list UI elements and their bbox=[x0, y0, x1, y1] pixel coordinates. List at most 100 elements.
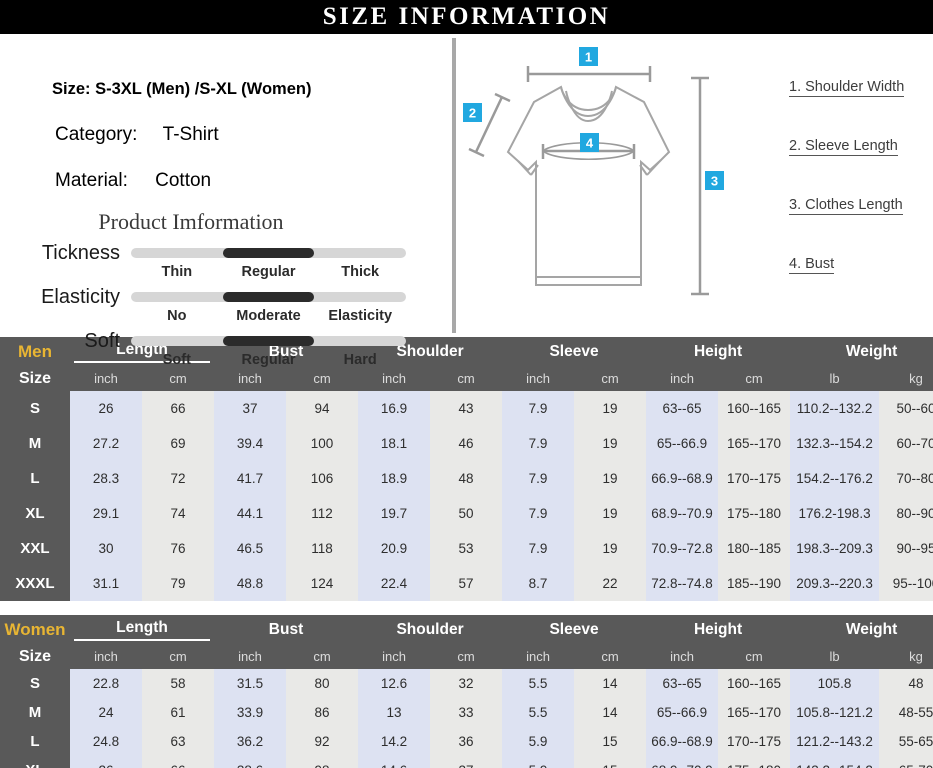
slider-tick-hard: Hard bbox=[343, 352, 377, 368]
measurement-legend: 1. Shoulder Width 2. Sleeve Length 3. Cl… bbox=[789, 78, 905, 314]
men-data-cell: 175--180 bbox=[718, 496, 791, 531]
women-unit-weight-kg: kg bbox=[879, 644, 933, 669]
men-data-cell: 95--100 bbox=[879, 566, 933, 601]
men-data-cell: 154.2--176.2 bbox=[790, 461, 880, 496]
women-group-sleeve: Sleeve bbox=[502, 615, 647, 644]
slider-tick-regular: Regular bbox=[241, 264, 296, 280]
men-data-cell: 18.9 bbox=[358, 461, 431, 496]
men-data-cell: 68.9--70.9 bbox=[646, 496, 719, 531]
women-data-cell: 175--180 bbox=[718, 756, 791, 768]
men-data-cell: 72 bbox=[142, 461, 214, 496]
category-info-row: Category: T-Shirt bbox=[55, 124, 219, 146]
women-data-cell: 14.2 bbox=[358, 727, 431, 756]
table-row: L 28.3 72 41.7 106 18.9 48 7.9 19 66.9--68.9 170--… bbox=[0, 461, 933, 496]
women-data-cell: 143.2--154.2 bbox=[790, 756, 880, 768]
men-size-cell: M bbox=[0, 426, 70, 461]
women-data-cell: 37 bbox=[430, 756, 503, 768]
top-section: Size: S-3XL (Men) /S-XL (Women) Category… bbox=[0, 34, 933, 368]
men-data-cell: 53 bbox=[430, 531, 503, 566]
legend-item-shoulder-width: 1. Shoulder Width bbox=[789, 79, 905, 97]
slider-elasticity: Elasticity No Moderate Elasticity bbox=[0, 286, 452, 334]
slider-ticks-elasticity: No Moderate Elasticity bbox=[131, 308, 406, 324]
women-data-cell: 65-70 bbox=[879, 756, 933, 768]
slider-thumb-soft[interactable] bbox=[222, 336, 315, 346]
men-data-cell: 39.4 bbox=[214, 426, 286, 461]
men-data-cell: 160--165 bbox=[718, 391, 791, 426]
material-info-row: Material: Cotton bbox=[55, 170, 211, 192]
men-unit-weight-lb: lb bbox=[790, 366, 880, 391]
women-data-cell: 170--175 bbox=[718, 727, 791, 756]
slider-tick-thin: Thin bbox=[161, 264, 193, 280]
men-group-weight: Weight bbox=[790, 337, 933, 366]
women-size-cell: S bbox=[0, 669, 70, 698]
women-data-cell: 14 bbox=[574, 669, 647, 698]
women-data-cell: 33.9 bbox=[214, 698, 286, 727]
women-data-cell: 15 bbox=[574, 727, 647, 756]
men-data-cell: 110.2--132.2 bbox=[790, 391, 880, 426]
slider-thumb-tickness[interactable] bbox=[222, 248, 315, 258]
women-data-cell: 22.8 bbox=[70, 669, 142, 698]
women-data-cell: 14.6 bbox=[358, 756, 431, 768]
men-data-cell: 37 bbox=[214, 391, 286, 426]
women-data-cell: 105.8--121.2 bbox=[790, 698, 880, 727]
men-data-cell: 198.3--209.3 bbox=[790, 531, 880, 566]
women-table-title: Women bbox=[0, 615, 70, 644]
women-data-cell: 58 bbox=[142, 669, 214, 698]
svg-text:4: 4 bbox=[586, 136, 594, 151]
slider-track-soft[interactable] bbox=[131, 336, 406, 346]
men-data-cell: 63--65 bbox=[646, 391, 719, 426]
slider-tick-no: No bbox=[167, 308, 187, 324]
men-data-cell: 16.9 bbox=[358, 391, 431, 426]
women-data-cell: 26 bbox=[70, 756, 142, 768]
men-data-cell: 31.1 bbox=[70, 566, 142, 601]
legend-item-bust: 4. Bust bbox=[789, 256, 835, 274]
slider-tick-thick: Thick bbox=[341, 264, 380, 280]
slider-track-tickness[interactable] bbox=[131, 248, 406, 258]
men-data-cell: 50--60 bbox=[879, 391, 933, 426]
women-unit-sleeve-inch: inch bbox=[502, 644, 575, 669]
slider-track-elasticity[interactable] bbox=[131, 292, 406, 302]
men-data-cell: 132.3--154.2 bbox=[790, 426, 880, 461]
women-data-cell: 55-65 bbox=[879, 727, 933, 756]
women-data-cell: 98 bbox=[286, 756, 359, 768]
women-unit-weight-lb: lb bbox=[790, 644, 880, 669]
women-data-cell: 86 bbox=[286, 698, 359, 727]
women-data-cell: 121.2--143.2 bbox=[790, 727, 880, 756]
product-attribute-sliders: Tickness Thin Regular Thick Elasticity N… bbox=[0, 242, 452, 378]
table-row: M 27.2 69 39.4 100 18.1 46 7.9 19 65--66.9 165--17… bbox=[0, 426, 933, 461]
men-size-cell: XXXL bbox=[0, 566, 70, 601]
men-size-cell: XXL bbox=[0, 531, 70, 566]
men-size-cell: XL bbox=[0, 496, 70, 531]
men-data-cell: 69 bbox=[142, 426, 214, 461]
women-unit-shoulder-inch: inch bbox=[358, 644, 431, 669]
size-information-page: SIZE INFORMATION Size: S-3XL (Men) /S-XL… bbox=[0, 0, 933, 768]
slider-thumb-elasticity[interactable] bbox=[222, 292, 315, 302]
men-data-cell: 118 bbox=[286, 531, 359, 566]
men-data-cell: 46.5 bbox=[214, 531, 286, 566]
men-data-cell: 44.1 bbox=[214, 496, 286, 531]
men-data-cell: 57 bbox=[430, 566, 503, 601]
women-data-cell: 160--165 bbox=[718, 669, 791, 698]
men-data-cell: 74 bbox=[142, 496, 214, 531]
men-data-cell: 48 bbox=[430, 461, 503, 496]
women-unit-bust-inch: inch bbox=[214, 644, 286, 669]
women-data-cell: 80 bbox=[286, 669, 359, 698]
men-data-cell: 90--95 bbox=[879, 531, 933, 566]
legend-item-clothes-length: 3. Clothes Length bbox=[789, 197, 903, 215]
women-data-cell: 36.2 bbox=[214, 727, 286, 756]
women-unit-shoulder-cm: cm bbox=[430, 644, 503, 669]
men-data-cell: 19 bbox=[574, 426, 647, 461]
men-data-cell: 19 bbox=[574, 496, 647, 531]
men-data-cell: 7.9 bbox=[502, 391, 575, 426]
women-table-body: S 22.8 58 31.5 80 12.6 32 5.5 14 63--65 160--165 10… bbox=[0, 669, 933, 768]
women-unit-header-row: Size inch cm inch cm inch cm inch cm inc… bbox=[0, 644, 933, 669]
men-data-cell: 76 bbox=[142, 531, 214, 566]
men-data-cell: 79 bbox=[142, 566, 214, 601]
men-data-cell: 100 bbox=[286, 426, 359, 461]
table-row: L 24.8 63 36.2 92 14.2 36 5.9 15 66.9--68.9 170--1… bbox=[0, 727, 933, 756]
table-row: XL266638.69814.6375.91568.9--70.9175--18… bbox=[0, 756, 933, 768]
men-group-sleeve: Sleeve bbox=[502, 337, 647, 366]
men-data-cell: 19 bbox=[574, 531, 647, 566]
women-data-cell: 5.9 bbox=[502, 756, 575, 768]
men-data-cell: 112 bbox=[286, 496, 359, 531]
